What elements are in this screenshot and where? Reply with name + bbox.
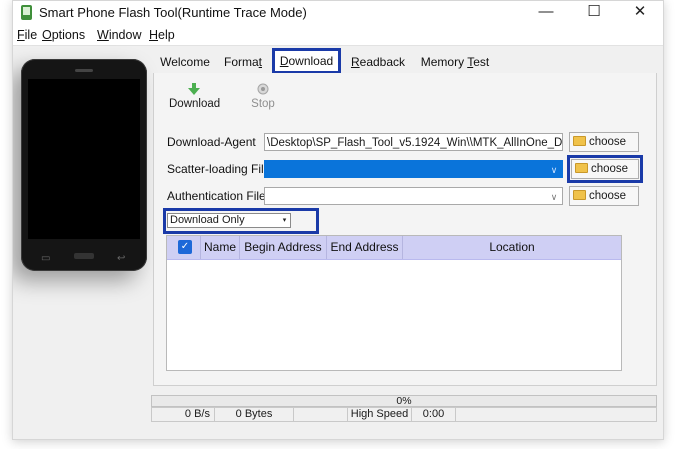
phone-image: ▭ ↩ — [21, 59, 147, 271]
download-button[interactable]: Download — [169, 82, 220, 110]
scatter-file-label: Scatter-loading File — [167, 162, 271, 176]
tab-welcome[interactable]: Welcome — [157, 53, 213, 72]
auth-file-label: Authentication File — [167, 189, 266, 203]
tab-format[interactable]: Format — [217, 53, 269, 72]
download-arrow-icon — [188, 83, 200, 95]
scatter-file-choose-button[interactable]: choose — [571, 159, 639, 179]
chevron-down-icon: ∨ — [550, 192, 558, 202]
status-bar: 0 B/s 0 Bytes High Speed 0:00 — [151, 407, 657, 422]
dropdown-arrow-icon: ▾ — [282, 217, 287, 224]
select-all-checkbox[interactable]: ✓ — [178, 240, 192, 254]
tab-memory-test[interactable]: Memory Test — [415, 53, 495, 72]
download-agent-input[interactable]: \Desktop\SP_Flash_Tool_v5.1924_Win\\MTK_… — [264, 133, 563, 151]
scatter-file-input[interactable]: ∨ — [264, 160, 563, 178]
speed-status: 0 B/s — [152, 408, 215, 421]
title-bar: Smart Phone Flash Tool(Runtime Trace Mod… — [13, 1, 663, 25]
download-agent-choose-button[interactable]: choose — [569, 132, 639, 152]
menu-help[interactable]: Help — [149, 28, 175, 42]
tab-readback[interactable]: Readback — [347, 53, 409, 72]
close-button[interactable]: ✕ — [617, 1, 663, 25]
progress-text: 0% — [396, 395, 412, 407]
column-end-address[interactable]: End Address — [327, 236, 403, 259]
app-window: Smart Phone Flash Tool(Runtime Trace Mod… — [12, 0, 664, 440]
stop-button[interactable]: Stop — [245, 82, 281, 110]
chevron-down-icon: ∨ — [550, 165, 558, 175]
column-name[interactable]: Name — [201, 236, 240, 259]
folder-icon — [575, 162, 588, 173]
menu-bar: File Options Window Help — [13, 25, 663, 46]
partition-table: ✓ Name Begin Address End Address Locatio… — [166, 235, 622, 371]
menu-key-icon: ▭ — [41, 253, 51, 264]
menu-window[interactable]: Window — [97, 28, 141, 42]
phone-speaker — [75, 69, 93, 72]
download-agent-label: Download-Agent — [167, 135, 256, 149]
speed-mode-status: High Speed — [348, 408, 412, 421]
stop-icon — [257, 83, 269, 95]
back-key-icon: ↩ — [117, 253, 126, 264]
home-key-icon — [74, 253, 94, 259]
phone-screen — [28, 79, 140, 239]
select-all-column: ✓ — [167, 236, 201, 259]
progress-bar: 0% — [151, 395, 657, 407]
auth-file-input[interactable]: ∨ — [264, 187, 563, 205]
auth-file-choose-button[interactable]: choose — [569, 186, 639, 206]
window-title: Smart Phone Flash Tool(Runtime Trace Mod… — [39, 5, 307, 20]
status-area: 0% 0 B/s 0 Bytes High Speed 0:00 — [151, 393, 661, 423]
minimize-button[interactable]: — — [523, 1, 569, 25]
column-location[interactable]: Location — [403, 236, 621, 259]
tab-download[interactable]: Download — [275, 52, 338, 71]
bytes-status: 0 Bytes — [215, 408, 294, 421]
menu-file[interactable]: File — [17, 28, 37, 42]
download-mode-select[interactable]: Download Only ▾ — [167, 213, 291, 228]
menu-options[interactable]: Options — [42, 28, 85, 42]
blank-status — [294, 408, 348, 421]
folder-icon — [573, 135, 586, 146]
column-begin-address[interactable]: Begin Address — [240, 236, 327, 259]
app-icon — [21, 5, 32, 20]
time-status: 0:00 — [412, 408, 456, 421]
table-header: ✓ Name Begin Address End Address Locatio… — [167, 236, 621, 260]
maximize-button[interactable]: ☐ — [571, 1, 617, 25]
folder-icon — [573, 189, 586, 200]
